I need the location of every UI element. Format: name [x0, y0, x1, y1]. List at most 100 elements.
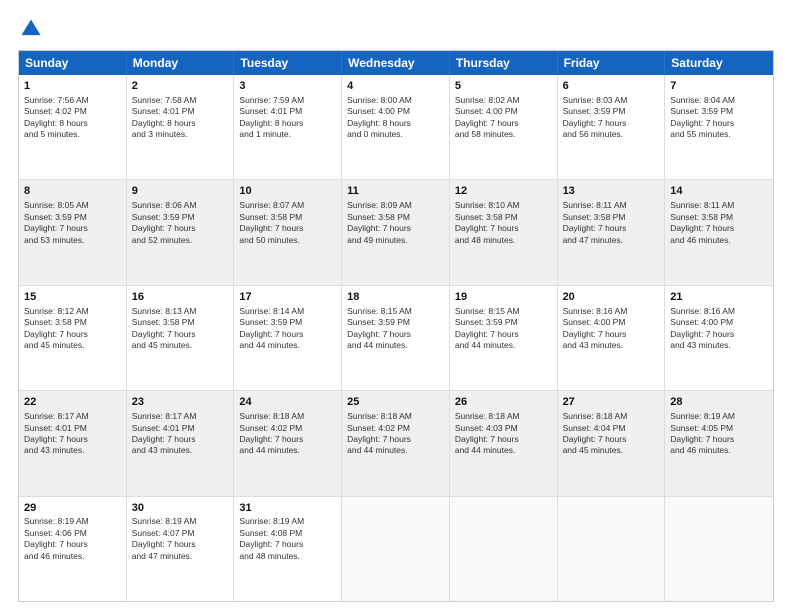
day-info: Sunrise: 8:18 AM	[239, 411, 304, 421]
day-number: 26	[455, 395, 552, 410]
calendar-row-1: 1Sunrise: 7:56 AMSunset: 4:02 PMDaylight…	[19, 75, 773, 180]
day-number: 14	[670, 184, 768, 199]
day-info: Daylight: 7 hours	[24, 329, 88, 339]
day-info: Daylight: 7 hours	[132, 539, 196, 549]
day-info: Daylight: 7 hours	[670, 434, 734, 444]
day-info: Sunset: 3:58 PM	[455, 212, 518, 222]
day-info: Sunrise: 8:17 AM	[132, 411, 197, 421]
day-info: and 43 minutes.	[670, 340, 730, 350]
day-info: Daylight: 7 hours	[670, 118, 734, 128]
day-info: Sunset: 4:05 PM	[670, 423, 733, 433]
day-info: and 52 minutes.	[132, 235, 192, 245]
calendar-cell: 31Sunrise: 8:19 AMSunset: 4:08 PMDayligh…	[234, 497, 342, 601]
day-info: and 43 minutes.	[132, 445, 192, 455]
day-info: and 44 minutes.	[455, 445, 515, 455]
day-info: Sunrise: 7:58 AM	[132, 95, 197, 105]
day-info: Daylight: 7 hours	[24, 434, 88, 444]
day-info: Daylight: 7 hours	[132, 329, 196, 339]
day-info: and 45 minutes.	[563, 445, 623, 455]
calendar-cell: 12Sunrise: 8:10 AMSunset: 3:58 PMDayligh…	[450, 180, 558, 284]
logo-icon	[18, 16, 44, 42]
calendar-cell: 15Sunrise: 8:12 AMSunset: 3:58 PMDayligh…	[19, 286, 127, 390]
calendar-cell: 28Sunrise: 8:19 AM Sunset: 4:05 PMDayligh…	[665, 391, 773, 495]
calendar-cell: 9Sunrise: 8:06 AMSunset: 3:59 PMDaylight…	[127, 180, 235, 284]
calendar-cell: 2Sunrise: 7:58 AMSunset: 4:01 PMDaylight…	[127, 75, 235, 179]
day-info: Sunrise: 8:19 AM	[239, 516, 304, 526]
calendar-cell: 22Sunrise: 8:17 AMSunset: 4:01 PMDayligh…	[19, 391, 127, 495]
day-info: and 44 minutes.	[347, 340, 407, 350]
day-info: Sunset: 4:04 PM	[563, 423, 626, 433]
day-number: 1	[24, 79, 121, 94]
logo	[18, 16, 48, 42]
day-info: and 44 minutes.	[239, 340, 299, 350]
day-info: and 46 minutes.	[24, 551, 84, 561]
day-number: 8	[24, 184, 121, 199]
day-info: Sunrise: 8:15 AM	[455, 306, 520, 316]
day-info: Daylight: 7 hours	[455, 223, 519, 233]
day-number: 28	[670, 395, 768, 410]
calendar-cell	[342, 497, 450, 601]
day-info: Daylight: 7 hours	[239, 329, 303, 339]
day-info: Sunrise: 7:59 AM	[239, 95, 304, 105]
day-info: Sunset: 4:01 PM	[24, 423, 87, 433]
day-info: Sunrise: 8:15 AM	[347, 306, 412, 316]
day-info: Daylight: 8 hours	[24, 118, 88, 128]
day-info: Sunset: 4:00 PM	[455, 106, 518, 116]
day-info: Daylight: 7 hours	[563, 434, 627, 444]
day-number: 9	[132, 184, 229, 199]
day-info: Daylight: 7 hours	[455, 434, 519, 444]
day-info: Sunrise: 8:06 AM	[132, 200, 197, 210]
day-number: 2	[132, 79, 229, 94]
day-number: 11	[347, 184, 444, 199]
day-info: Daylight: 7 hours	[347, 434, 411, 444]
day-info: Daylight: 7 hours	[455, 118, 519, 128]
day-info: Daylight: 7 hours	[670, 223, 734, 233]
day-info: Sunset: 3:59 PM	[347, 317, 410, 327]
day-number: 16	[132, 290, 229, 305]
calendar-cell: 26Sunrise: 8:18 AMSunset: 4:03 PMDayligh…	[450, 391, 558, 495]
day-info: Daylight: 7 hours	[563, 118, 627, 128]
day-number: 15	[24, 290, 121, 305]
day-info: Sunrise: 8:03 AM	[563, 95, 628, 105]
calendar-cell: 21Sunrise: 8:16 AMSunset: 4:00 PMDayligh…	[665, 286, 773, 390]
day-info: and 3 minutes.	[132, 129, 188, 139]
day-info: Sunrise: 8:17 AM	[24, 411, 89, 421]
calendar-row-3: 15Sunrise: 8:12 AMSunset: 3:58 PMDayligh…	[19, 286, 773, 391]
weekday-header-thursday: Thursday	[450, 51, 558, 75]
day-info: Sunset: 4:01 PM	[132, 106, 195, 116]
day-info: Sunrise: 8:16 AM	[670, 306, 735, 316]
day-info: Sunrise: 8:10 AM	[455, 200, 520, 210]
day-info: Sunrise: 8:09 AM	[347, 200, 412, 210]
day-number: 13	[563, 184, 660, 199]
day-info: Daylight: 7 hours	[239, 539, 303, 549]
day-number: 10	[239, 184, 336, 199]
calendar-row-2: 8Sunrise: 8:05 AMSunset: 3:59 PMDaylight…	[19, 180, 773, 285]
day-info: Daylight: 7 hours	[239, 434, 303, 444]
day-info: Daylight: 8 hours	[239, 118, 303, 128]
day-number: 20	[563, 290, 660, 305]
day-info: and 50 minutes.	[239, 235, 299, 245]
day-info: Sunset: 3:59 PM	[239, 317, 302, 327]
day-number: 25	[347, 395, 444, 410]
calendar-cell: 20Sunrise: 8:16 AMSunset: 4:00 PMDayligh…	[558, 286, 666, 390]
calendar-cell	[665, 497, 773, 601]
day-info: and 43 minutes.	[24, 445, 84, 455]
day-info: Daylight: 7 hours	[24, 223, 88, 233]
calendar-cell: 25Sunrise: 8:18 AMSunset: 4:02 PMDayligh…	[342, 391, 450, 495]
day-info: and 43 minutes.	[563, 340, 623, 350]
day-number: 29	[24, 501, 121, 516]
day-info: and 55 minutes.	[670, 129, 730, 139]
day-info: and 48 minutes.	[239, 551, 299, 561]
day-info: and 5 minutes.	[24, 129, 80, 139]
day-info: Sunrise: 8:19 AM	[670, 411, 735, 421]
day-info: Sunrise: 8:18 AM	[347, 411, 412, 421]
calendar-cell: 11Sunrise: 8:09 AMSunset: 3:58 PMDayligh…	[342, 180, 450, 284]
day-number: 4	[347, 79, 444, 94]
day-info: Sunrise: 8:07 AM	[239, 200, 304, 210]
calendar-cell: 7Sunrise: 8:04 AMSunset: 3:59 PMDaylight…	[665, 75, 773, 179]
day-info: Sunrise: 8:16 AM	[563, 306, 628, 316]
day-info: Sunset: 3:59 PM	[670, 106, 733, 116]
day-info: Daylight: 7 hours	[563, 223, 627, 233]
page: SundayMondayTuesdayWednesdayThursdayFrid…	[0, 0, 792, 612]
calendar-cell: 4Sunrise: 8:00 AMSunset: 4:00 PMDaylight…	[342, 75, 450, 179]
